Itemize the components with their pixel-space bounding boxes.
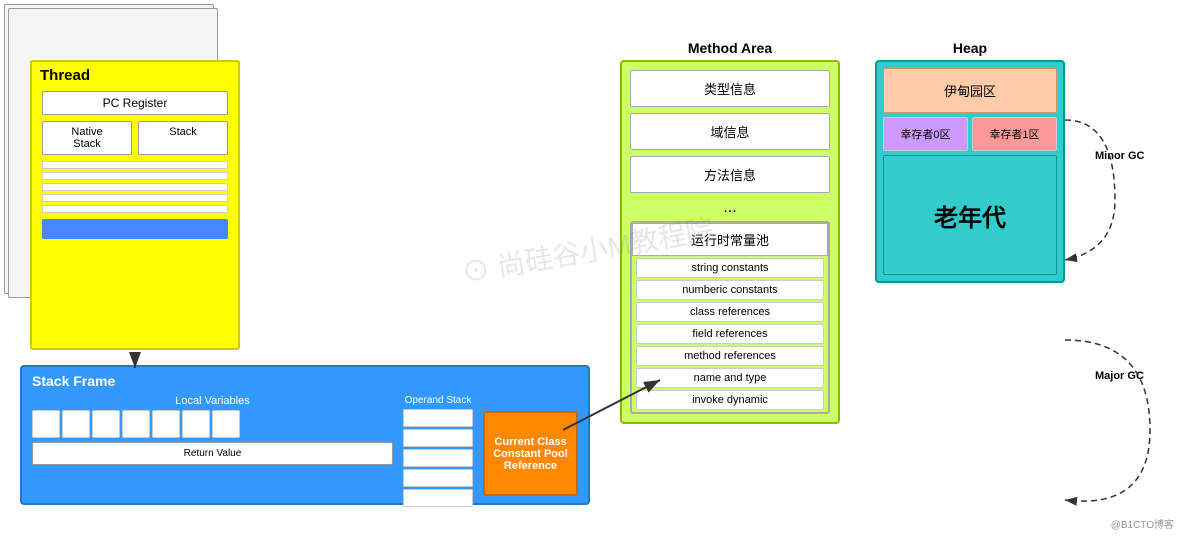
survivor-1: 幸存者1区 — [972, 117, 1057, 151]
local-vars-cells — [32, 410, 393, 438]
lv-cell-2 — [62, 410, 90, 438]
op-cell-1 — [403, 409, 473, 427]
old-gen-area: 老年代 — [883, 155, 1057, 275]
minor-gc-label: Minor GC — [1095, 150, 1145, 162]
pool-item-2: class references — [636, 302, 824, 322]
pc-register: PC Register — [42, 91, 228, 115]
stack-frame-box: Stack Frame Local Variables Return Value… — [20, 365, 590, 505]
lv-cell-5 — [152, 410, 180, 438]
thread-lines — [42, 161, 228, 213]
pool-item-4: method references — [636, 346, 824, 366]
op-cell-3 — [403, 449, 473, 467]
op-cell-4 — [403, 469, 473, 487]
lv-cell-7 — [212, 410, 240, 438]
copyright-label: @B1CTO博客 — [1111, 516, 1174, 531]
field-info: 域信息 — [630, 113, 830, 150]
method-area-title: Method Area — [620, 40, 840, 56]
current-class-pool-box: Current Class Constant Pool Reference — [483, 411, 578, 496]
op-cell-5 — [403, 489, 473, 507]
dots: ... — [630, 199, 830, 217]
lv-cell-6 — [182, 410, 210, 438]
heap-box: 伊甸园区 幸存者0区 幸存者1区 老年代 — [875, 60, 1065, 283]
operand-cells — [403, 409, 473, 507]
survivor-row: 幸存者0区 幸存者1区 — [883, 117, 1057, 151]
eden-area: 伊甸园区 — [883, 68, 1057, 113]
heap-title: Heap — [875, 40, 1065, 56]
pool-item-6: invoke dynamic — [636, 390, 824, 410]
local-variables-area: Local Variables Return Value — [32, 395, 393, 465]
type-info: 类型信息 — [630, 70, 830, 107]
op-cell-2 — [403, 429, 473, 447]
pool-item-1: numberic constants — [636, 280, 824, 300]
operand-stack-area: Operand Stack — [403, 395, 473, 507]
lv-cell-4 — [122, 410, 150, 438]
operand-stack-label: Operand Stack — [403, 395, 473, 406]
thread-label: Thread — [32, 62, 238, 87]
pool-item-3: field references — [636, 324, 824, 344]
method-info: 方法信息 — [630, 156, 830, 193]
return-value: Return Value — [32, 442, 393, 465]
runtime-pool-box: 运行时常量池 string constants numberic constan… — [630, 221, 830, 414]
lv-cell-1 — [32, 410, 60, 438]
thread-box: Thread PC Register NativeStack Stack — [30, 60, 240, 350]
major-gc-label: Major GC — [1095, 370, 1144, 382]
jvm-diagram: Thread PC Register NativeStack Stack Sta… — [0, 0, 1184, 536]
native-stack: NativeStack — [42, 121, 132, 155]
stack-box: Stack — [138, 121, 228, 155]
pool-item-0: string constants — [636, 258, 824, 278]
lv-cell-3 — [92, 410, 120, 438]
stack-frame-label: Stack Frame — [22, 367, 588, 391]
runtime-pool-header: 运行时常量池 — [632, 223, 828, 256]
pool-item-5: name and type — [636, 368, 824, 388]
method-area-box: 类型信息 域信息 方法信息 ... 运行时常量池 string constant… — [620, 60, 840, 424]
local-vars-label: Local Variables — [32, 395, 393, 407]
thread-blue-bar — [42, 219, 228, 239]
heap-wrapper: Heap 伊甸园区 幸存者0区 幸存者1区 老年代 — [875, 40, 1065, 283]
survivor-0: 幸存者0区 — [883, 117, 968, 151]
method-area-wrapper: Method Area 类型信息 域信息 方法信息 ... 运行时常量池 str… — [620, 40, 840, 424]
